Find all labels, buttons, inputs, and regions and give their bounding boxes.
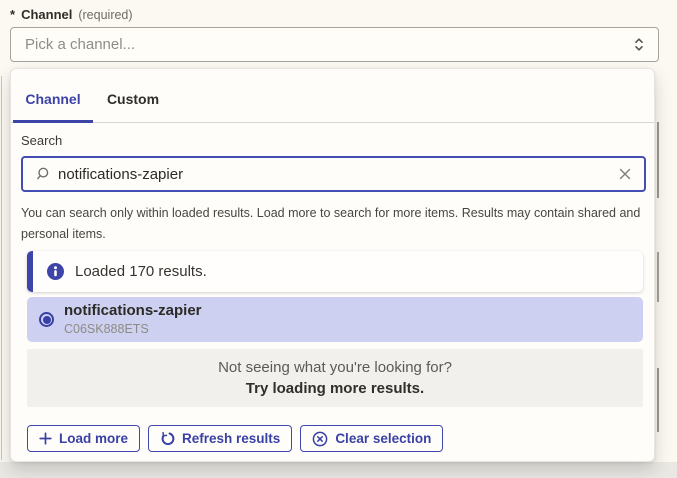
refresh-results-button[interactable]: Refresh results: [148, 425, 292, 452]
search-label: Search: [21, 133, 62, 148]
channel-dropdown-panel: Channel Custom Search You can search onl…: [10, 68, 655, 462]
tab-custom[interactable]: Custom: [93, 69, 173, 123]
field-label: * Channel (required): [10, 7, 133, 22]
search-box: [21, 156, 646, 192]
tab-channel[interactable]: Channel: [13, 69, 93, 123]
channel-picker-screen: * Channel (required) Pick a channel... C…: [0, 0, 677, 478]
required-note: (required): [78, 8, 132, 22]
clear-selection-button[interactable]: Clear selection: [300, 425, 443, 452]
field-label-text: Channel: [21, 7, 72, 22]
radio-selected-icon[interactable]: [39, 312, 54, 327]
page-background-strip: [0, 462, 677, 478]
underlying-form-border-left: [1, 76, 2, 460]
underlying-form-border-right: [657, 252, 659, 302]
option-title: notifications-zapier: [64, 303, 202, 319]
option-subtitle: C06SK888ETS: [64, 321, 202, 337]
active-tab-indicator: [13, 120, 93, 123]
channel-select[interactable]: Pick a channel...: [10, 27, 659, 62]
required-asterisk: *: [10, 7, 15, 22]
action-buttons-row: Load more Refresh results: [27, 425, 443, 452]
underlying-form-border-right: [657, 368, 659, 432]
alert-text: Loaded 170 results.: [75, 263, 207, 280]
hint-question: Not seeing what you're looking for?: [27, 358, 643, 378]
clear-search-icon[interactable]: [616, 165, 634, 183]
refresh-icon: [160, 431, 175, 446]
channel-option-row[interactable]: notifications-zapier C06SK888ETS: [27, 297, 643, 342]
underlying-form-border-right: [657, 122, 659, 198]
select-placeholder: Pick a channel...: [25, 36, 632, 53]
tab-bar: Channel Custom: [11, 69, 654, 123]
info-icon: [47, 263, 64, 280]
clear-circle-icon: [312, 431, 328, 447]
search-helper-text: You can search only within loaded result…: [21, 203, 645, 245]
load-more-button[interactable]: Load more: [27, 425, 140, 452]
search-input[interactable]: [58, 166, 608, 183]
alert-accent-bar: [27, 251, 33, 292]
hint-section: Not seeing what you're looking for? Try …: [27, 349, 643, 407]
search-icon: [34, 166, 50, 182]
plus-icon: [39, 432, 52, 445]
unfold-chevron-icon: [632, 36, 646, 53]
hint-suggestion: Try loading more results.: [27, 378, 643, 399]
loaded-results-alert: Loaded 170 results.: [27, 251, 643, 292]
